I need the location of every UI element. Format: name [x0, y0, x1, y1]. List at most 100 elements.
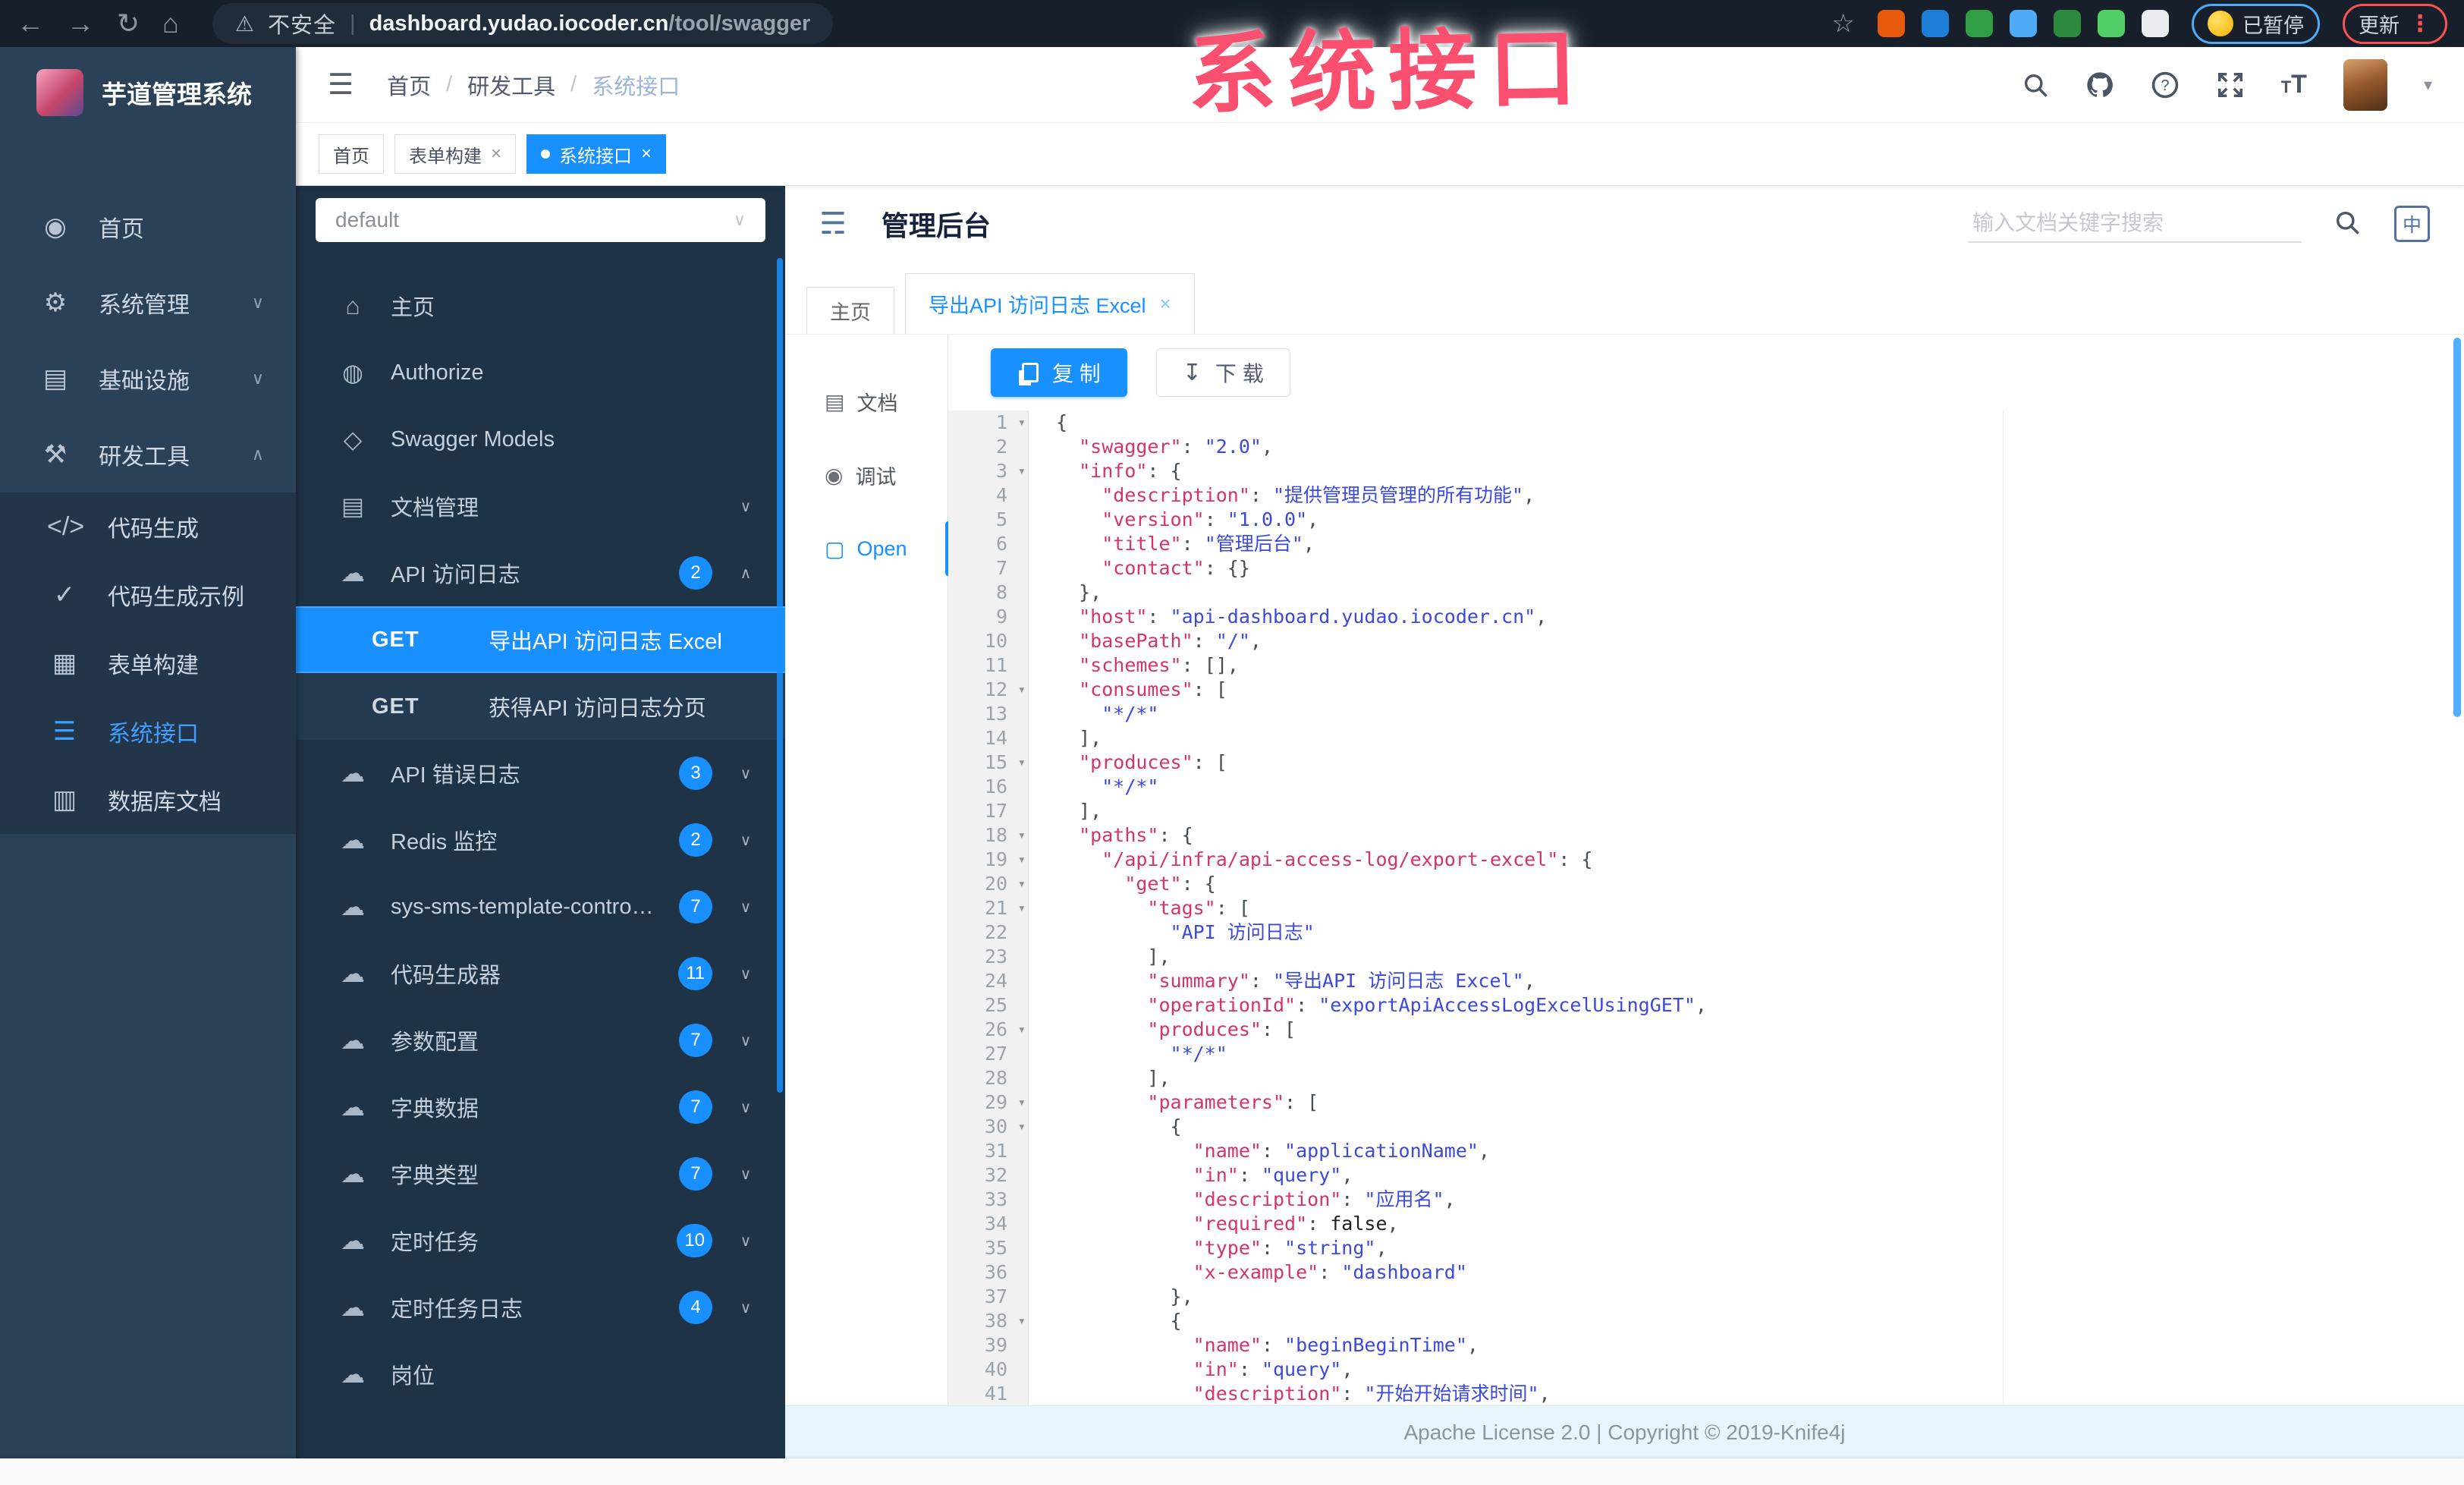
- extension-icon-4[interactable]: [2010, 10, 2037, 37]
- fullscreen-icon[interactable]: [2216, 71, 2245, 99]
- sidebar-item-system[interactable]: ⚙ 系统管理 ∨: [0, 265, 296, 341]
- tag-tab[interactable]: 表单构建 ×: [394, 134, 517, 174]
- fold-arrow-icon[interactable]: ▾: [1018, 678, 1026, 702]
- fold-arrow-icon[interactable]: ▾: [1018, 1309, 1026, 1333]
- doc-search-icon[interactable]: [2334, 209, 2361, 240]
- font-size-icon[interactable]: TT: [2281, 70, 2307, 99]
- github-icon[interactable]: [2085, 71, 2114, 99]
- swagger-item-redis-monitor[interactable]: ☁ Redis 监控 2 ∨: [296, 807, 785, 873]
- url-text[interactable]: dashboard.yudao.iocoder.cn/tool/swagger: [369, 11, 811, 36]
- browser-reload-icon[interactable]: ↻: [117, 10, 140, 37]
- app-logo-row[interactable]: 芋道管理系统: [0, 47, 296, 138]
- fold-arrow-icon[interactable]: ▾: [1018, 823, 1026, 848]
- swagger-scrollbar[interactable]: [777, 258, 783, 1093]
- code-line: 34 "required": false,: [948, 1212, 2464, 1236]
- fold-arrow-icon[interactable]: ▾: [1018, 848, 1026, 872]
- swagger-item-dict-type[interactable]: ☁ 字典类型 7 ∨: [296, 1140, 785, 1207]
- swagger-item-code-generator[interactable]: ☁ 代码生成器 11 ∨: [296, 940, 785, 1007]
- swagger-item-home[interactable]: ⌂ 主页: [296, 272, 785, 339]
- close-icon[interactable]: ×: [641, 143, 652, 165]
- swagger-item-doc-manage[interactable]: ▤ 文档管理 ∨: [296, 473, 785, 540]
- browser-back-icon[interactable]: ←: [17, 10, 44, 37]
- doc-scrollbar[interactable]: [2453, 338, 2461, 717]
- code-line: 35 "type": "string",: [948, 1236, 2464, 1260]
- rail-item-debug[interactable]: ◉ 调试: [785, 439, 948, 512]
- breadcrumb-item[interactable]: 研发工具: [467, 69, 555, 101]
- address-bar[interactable]: ⚠ 不安全 | dashboard.yudao.iocoder.cn/tool/…: [212, 3, 834, 44]
- sidebar-item-devtools[interactable]: ⚒ 研发工具 ∧: [0, 417, 296, 492]
- avatar-caret-icon[interactable]: ▾: [2424, 75, 2432, 95]
- json-code-editor[interactable]: 1 ▾{2 "swagger": "2.0", 3 ▾ "info": {4 "des…: [948, 411, 2464, 1485]
- code-text: "/api/infra/api-access-log/export-excel"…: [1102, 848, 1593, 870]
- fold-arrow-icon[interactable]: ▾: [1018, 1018, 1026, 1042]
- swagger-operation[interactable]: GET 获得API 访问日志分页: [296, 673, 785, 740]
- search-icon[interactable]: [2022, 71, 2049, 99]
- sidebar-item-form-builder[interactable]: ▦ 表单构建: [0, 629, 296, 697]
- sidebar-item-codegen[interactable]: </> 代码生成: [0, 492, 296, 561]
- breadcrumb-separator: /: [446, 72, 453, 96]
- extension-icon-1[interactable]: [1878, 10, 1905, 37]
- browser-update-button[interactable]: 更新 ⋮: [2343, 3, 2447, 44]
- swagger-operation[interactable]: GET 导出API 访问日志 Excel: [296, 606, 785, 673]
- swagger-item-cron-job-log[interactable]: ☁ 定时任务日志 4 ∨: [296, 1274, 785, 1341]
- tag-label: 系统接口: [559, 146, 633, 167]
- swagger-item-param-config[interactable]: ☁ 参数配置 7 ∨: [296, 1007, 785, 1074]
- sidebar-item-codegen-demo[interactable]: ✓ 代码生成示例: [0, 561, 296, 629]
- close-icon[interactable]: ×: [1160, 292, 1171, 316]
- security-label[interactable]: 不安全: [268, 8, 336, 39]
- browser-home-icon[interactable]: ⌂: [162, 10, 179, 37]
- rail-item-open[interactable]: ▢ Open: [785, 512, 951, 586]
- extension-icon-2[interactable]: [1922, 10, 1949, 37]
- tag-tab[interactable]: 首页: [319, 134, 384, 174]
- swagger-item-dict-data[interactable]: ☁ 字典数据 7 ∨: [296, 1074, 785, 1140]
- fold-arrow-icon[interactable]: ▾: [1018, 459, 1026, 483]
- sidebar-item-dashboard[interactable]: ◉ 首页: [0, 189, 296, 265]
- extension-icon-3[interactable]: [1966, 10, 1993, 37]
- paused-extension-pill[interactable]: 已暂停: [2192, 3, 2320, 44]
- extension-icon-6[interactable]: [2098, 10, 2125, 37]
- breadcrumb-item[interactable]: 系统接口: [592, 69, 680, 101]
- doc-search-input[interactable]: [1967, 205, 2302, 243]
- code-line: 10 "basePath": "/",: [948, 629, 2464, 653]
- doc-tab[interactable]: 导出API 访问日志 Excel ×: [905, 273, 1195, 334]
- extension-icon-7[interactable]: [2142, 10, 2169, 37]
- tag-tab[interactable]: 系统接口 ×: [526, 134, 667, 174]
- swagger-item-sms-template[interactable]: ☁ sys-sms-template-controller 7 ∨: [296, 873, 785, 940]
- fold-arrow-icon[interactable]: ▾: [1018, 872, 1026, 896]
- bookmark-star-icon[interactable]: ☆: [1832, 8, 1855, 39]
- doc-tab[interactable]: 主页: [806, 287, 894, 334]
- swagger-item-api-error-log[interactable]: ☁ API 错误日志 3 ∨: [296, 740, 785, 807]
- close-icon[interactable]: ×: [491, 143, 501, 165]
- language-toggle[interactable]: 中: [2393, 206, 2430, 242]
- fold-arrow-icon[interactable]: ▾: [1018, 1090, 1026, 1115]
- api-access-log-icon: ☁: [341, 559, 365, 587]
- fold-arrow-icon[interactable]: ▾: [1018, 411, 1026, 435]
- tags-view-bar: 首页 表单构建 × 系统接口 ×: [296, 123, 2464, 186]
- download-button[interactable]: ↧ 下 载: [1155, 348, 1290, 397]
- swagger-item-post[interactable]: ☁ 岗位: [296, 1341, 785, 1408]
- help-icon[interactable]: ?: [2151, 71, 2180, 99]
- swagger-item-cron-job[interactable]: ☁ 定时任务 10 ∨: [296, 1207, 785, 1274]
- sidebar-toggle-icon[interactable]: ☰: [328, 68, 354, 102]
- browser-forward-icon[interactable]: →: [67, 10, 94, 37]
- extension-icon-5[interactable]: [2054, 10, 2081, 37]
- swagger-item-swagger-models[interactable]: ◇ Swagger Models: [296, 406, 785, 473]
- collapse-menu-icon[interactable]: ☴: [819, 206, 847, 241]
- line-number: 28: [984, 1067, 1007, 1089]
- code-text: "API 访问日志": [1170, 921, 1315, 943]
- sidebar-item-db-doc[interactable]: ▥ 数据库文档: [0, 766, 296, 834]
- breadcrumb-item[interactable]: 首页: [387, 69, 431, 101]
- swagger-item-api-access-log[interactable]: ☁ API 访问日志 2 ∧: [296, 540, 785, 606]
- copy-button[interactable]: 复 制: [991, 348, 1127, 397]
- sidebar-item-system-api[interactable]: ☰ 系统接口: [0, 697, 296, 766]
- user-avatar[interactable]: [2343, 58, 2387, 111]
- browser-menu-icon[interactable]: ⋮: [2409, 11, 2431, 37]
- fold-arrow-icon[interactable]: ▾: [1018, 750, 1026, 775]
- fold-arrow-icon[interactable]: ▾: [1018, 1115, 1026, 1139]
- main-column: ☰ 首页 / 研发工具 / 系统接口 ? TT ▾ 首页 表单构建 × 系统接口…: [296, 47, 2464, 1485]
- rail-item-doc[interactable]: ▤ 文档: [785, 365, 948, 439]
- fold-arrow-icon[interactable]: ▾: [1018, 896, 1026, 920]
- sidebar-item-infrastructure[interactable]: ▤ 基础设施 ∨: [0, 341, 296, 417]
- swagger-item-authorize[interactable]: ◍ Authorize: [296, 339, 785, 406]
- api-group-select[interactable]: default ∨: [316, 198, 765, 242]
